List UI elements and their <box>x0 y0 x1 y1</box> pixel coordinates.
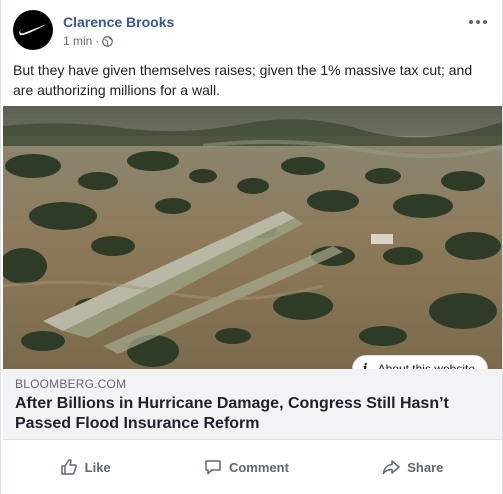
dot-icon <box>476 20 480 24</box>
author-name[interactable]: Clarence Brooks <box>63 14 174 30</box>
thumbs-up-icon <box>60 459 77 475</box>
dot-icon <box>469 20 473 24</box>
like-button[interactable]: Like <box>46 452 125 482</box>
like-label: Like <box>84 459 111 475</box>
post-meta: 1 min · <box>63 34 114 48</box>
dot-icon <box>483 20 487 24</box>
feed-post: Clarence Brooks 1 min · But they have gi… <box>0 0 503 494</box>
post-actions-bar: Like Comment Share <box>13 446 490 487</box>
comment-icon <box>205 460 221 475</box>
link-preview-image[interactable] <box>3 106 502 369</box>
post-text: But they have given themselves raises; g… <box>13 62 473 98</box>
comment-button[interactable]: Comment <box>190 452 303 482</box>
swoosh-logo-icon <box>19 24 47 36</box>
link-headline[interactable]: After Billions in Hurricane Damage, Cong… <box>15 394 482 434</box>
post-header: Clarence Brooks 1 min · <box>13 10 492 54</box>
share-arrow-icon <box>382 460 400 475</box>
flood-aerial-photo <box>3 106 502 369</box>
post-timestamp[interactable]: 1 min <box>63 34 92 48</box>
share-button[interactable]: Share <box>368 452 457 482</box>
more-options-button[interactable] <box>464 12 492 32</box>
avatar[interactable] <box>13 10 53 50</box>
comment-label: Comment <box>228 459 289 475</box>
link-domain: BLOOMBERG.COM <box>15 377 127 391</box>
share-label: Share <box>407 459 444 475</box>
globe-icon[interactable] <box>102 35 114 47</box>
meta-separator: · <box>95 34 100 48</box>
link-preview-caption[interactable]: BLOOMBERG.COM After Billions in Hurrican… <box>3 369 502 440</box>
